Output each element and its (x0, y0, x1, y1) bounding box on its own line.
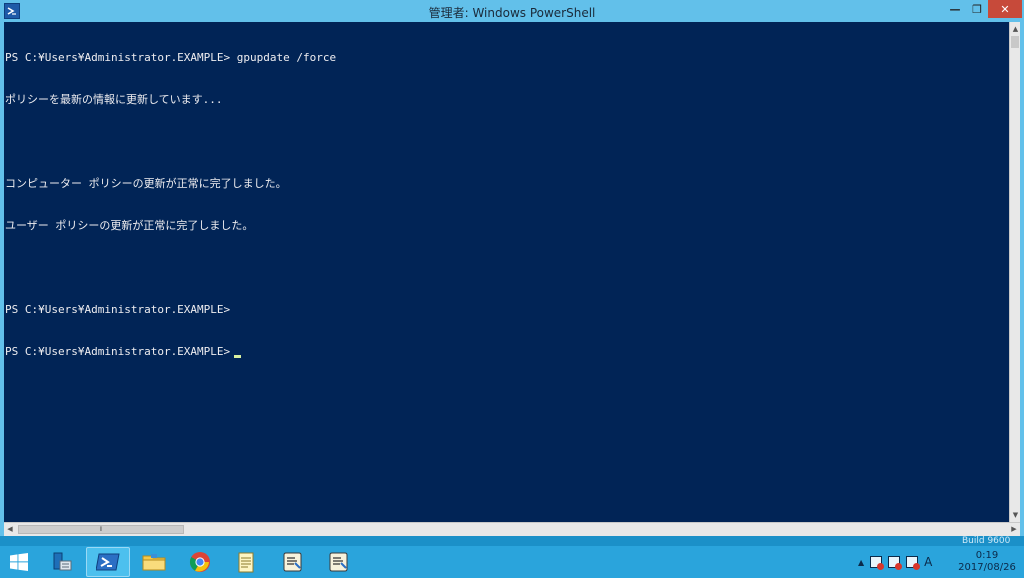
script-icon (283, 552, 302, 572)
script-icon (329, 552, 348, 572)
show-hidden-icons-icon[interactable]: ▲ (858, 558, 864, 567)
taskbar-script-2[interactable] (316, 547, 360, 577)
taskbar-server-manager[interactable] (40, 547, 84, 577)
build-watermark: Build 9600 (962, 536, 1011, 546)
console-prompt: PS C:¥Users¥Administrator.EXAMPLE> (5, 345, 231, 358)
scroll-down-arrow-icon[interactable]: ▼ (1010, 508, 1021, 522)
taskbar-file-explorer[interactable] (132, 547, 176, 577)
action-center-icon[interactable] (870, 556, 885, 570)
console-line: ポリシーを最新の情報に更新しています... (5, 93, 223, 106)
scroll-up-arrow-icon[interactable]: ▲ (1010, 22, 1021, 36)
scroll-right-arrow-icon[interactable]: ▶ (1008, 523, 1020, 536)
server-manager-icon (53, 552, 72, 571)
taskbar: ▲ A 0:19 2017/08/26 (0, 546, 1024, 578)
start-button[interactable] (0, 546, 38, 578)
windows-logo-icon (10, 553, 28, 571)
horizontal-scroll-thumb[interactable]: ⦀ (18, 525, 184, 534)
console-line: PS C:¥Users¥Administrator.EXAMPLE> gpupd… (5, 51, 337, 64)
title-bar[interactable]: 管理者: Windows PowerShell — ❐ ✕ (0, 0, 1024, 22)
vertical-scrollbar[interactable]: ▲ ▼ (1009, 22, 1020, 522)
console-area[interactable]: PS C:¥Users¥Administrator.EXAMPLE> gpupd… (4, 22, 1009, 522)
close-button[interactable]: ✕ (988, 0, 1022, 18)
chrome-icon (189, 552, 210, 572)
taskbar-notepad[interactable] (224, 547, 268, 577)
window-title: 管理者: Windows PowerShell (428, 6, 596, 20)
maximize-button[interactable]: ❐ (966, 0, 988, 18)
text-cursor (234, 355, 242, 358)
taskbar-script-1[interactable] (270, 547, 314, 577)
clock-date: 2017/08/26 (958, 562, 1016, 573)
horizontal-scrollbar[interactable]: ◀ ⦀ ▶ (4, 522, 1020, 536)
ime-mode-indicator[interactable]: A (924, 555, 932, 569)
system-tray: ▲ A (858, 546, 932, 578)
taskbar-clock[interactable]: 0:19 2017/08/26 (950, 550, 1024, 574)
taskbar-powershell[interactable] (86, 547, 130, 577)
network-icon[interactable] (888, 556, 903, 570)
console-output: PS C:¥Users¥Administrator.EXAMPLE> gpupd… (5, 23, 336, 387)
desktop-background (0, 536, 1024, 546)
vertical-scroll-thumb[interactable] (1011, 36, 1019, 48)
minimize-button[interactable]: — (944, 0, 966, 18)
file-explorer-icon (142, 554, 166, 571)
console-line: PS C:¥Users¥Administrator.EXAMPLE> (5, 303, 231, 316)
console-line: コンピューター ポリシーの更新が正常に完了しました。 (5, 177, 287, 190)
taskbar-chrome[interactable] (178, 547, 222, 577)
notepad-icon (238, 552, 254, 573)
clock-time: 0:19 (975, 550, 999, 561)
scroll-left-arrow-icon[interactable]: ◀ (4, 523, 16, 536)
console-line: ユーザー ポリシーの更新が正常に完了しました。 (5, 219, 254, 232)
window-frame-right (1020, 22, 1024, 538)
console-prompt-line[interactable]: PS C:¥Users¥Administrator.EXAMPLE> (5, 345, 336, 359)
powershell-icon (96, 553, 120, 571)
volume-icon[interactable] (906, 556, 921, 570)
